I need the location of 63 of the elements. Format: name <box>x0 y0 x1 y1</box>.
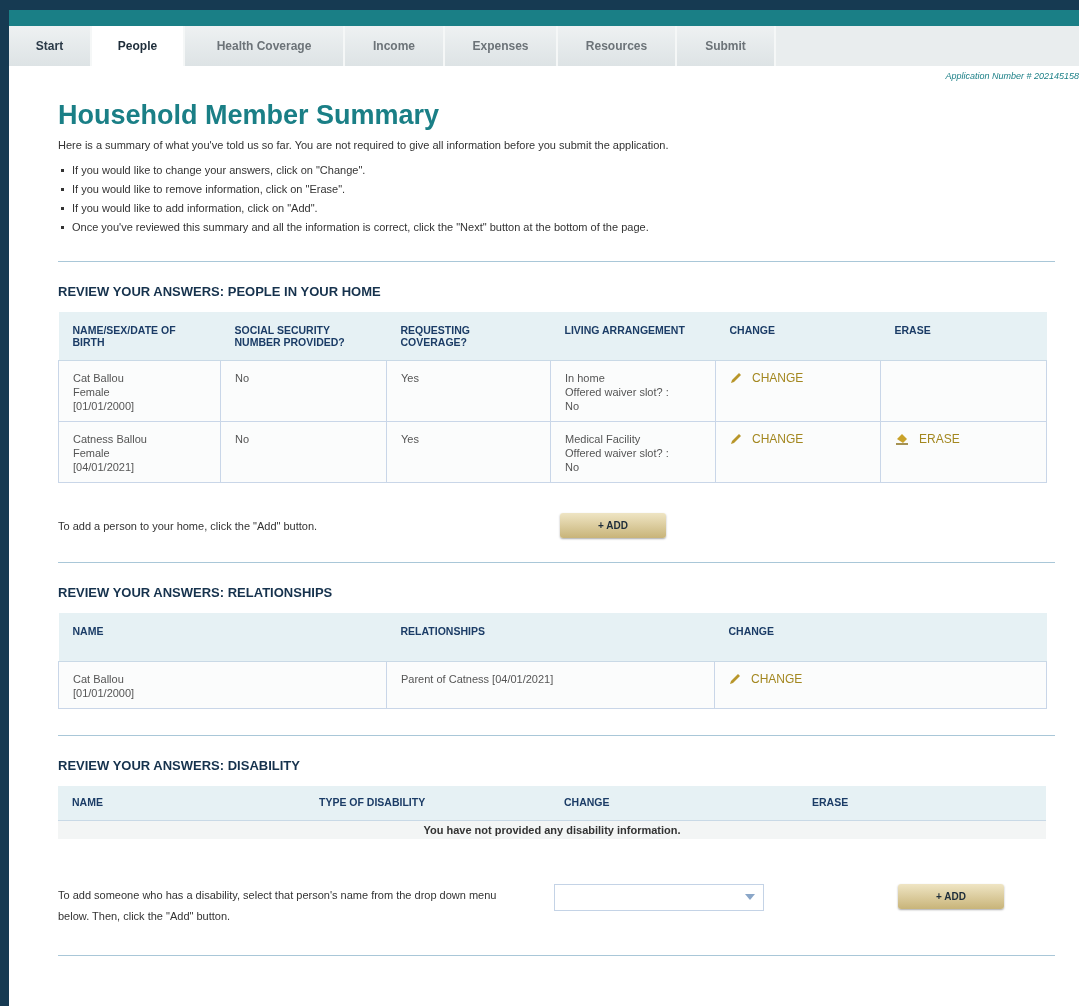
column-header: RELATIONSHIPS <box>386 613 715 662</box>
dropdown-caret-icon <box>745 894 755 900</box>
column-header: NAME <box>58 786 305 821</box>
cell-text: Yes <box>401 432 420 446</box>
change-link[interactable]: CHANGE <box>730 371 804 385</box>
tab[interactable]: Start <box>9 26 92 66</box>
section-heading: REVIEW YOUR ANSWERS: DISABILITY <box>58 758 301 773</box>
pencil-icon <box>730 433 744 445</box>
change-link[interactable]: CHANGE <box>729 672 803 686</box>
cell-text: Medical Facility <box>565 432 642 446</box>
tab[interactable]: Health Coverage <box>185 26 345 66</box>
instruction-item: If you would like to add information, click on "Add". <box>58 199 318 218</box>
add-button[interactable]: + ADD <box>560 513 666 538</box>
cell-text: No <box>235 432 251 446</box>
person-dropdown[interactable] <box>554 883 764 911</box>
cell-text: [01/01/2000] <box>73 686 136 700</box>
add-instruction: To add a person to your home, click the "Add" button. <box>58 519 319 532</box>
tab[interactable]: People <box>92 26 185 66</box>
add-button[interactable]: + ADD <box>898 883 1004 909</box>
page-title: Household Member Summary <box>58 100 441 131</box>
column-header: SOCIAL SECURITY NUMBER PROVIDED? <box>220 312 387 361</box>
pencil-icon <box>729 673 743 685</box>
section-heading: REVIEW YOUR ANSWERS: PEOPLE IN YOUR HOME <box>58 284 382 299</box>
erase-link[interactable]: ERASE <box>895 432 960 446</box>
cell-text: No <box>565 460 581 474</box>
change-link[interactable]: CHANGE <box>730 432 804 446</box>
tab[interactable]: Income <box>345 26 445 66</box>
column-header: CHANGE <box>714 613 1047 662</box>
cell-text: No <box>565 399 581 413</box>
column-header: NAME/SEX/DATE OF BIRTH <box>58 312 221 361</box>
section-heading: REVIEW YOUR ANSWERS: RELATIONSHIPS <box>58 585 334 600</box>
cell-text: Offered waiver slot? : <box>565 385 670 399</box>
instruction-item: If you would like to remove information, click on "Erase". <box>58 180 346 199</box>
cell-text: [04/01/2021] <box>73 460 136 474</box>
cell-text: [01/01/2000] <box>73 399 136 413</box>
cell-text: Yes <box>401 371 420 385</box>
cell-text: Cat Ballou <box>73 672 125 686</box>
cell-text: Catness Ballou <box>73 432 148 446</box>
pencil-icon <box>730 372 744 384</box>
column-header: CHANGE <box>550 786 798 821</box>
column-header: ERASE <box>880 312 1047 361</box>
instruction-item: Once you've reviewed this summary and all the information is correct, click the "Next" button at the bottom of the page. <box>58 218 649 237</box>
column-header: TYPE OF DISABILITY <box>305 786 550 821</box>
tab[interactable]: Expenses <box>445 26 558 66</box>
cell-text: Female <box>73 446 111 460</box>
tab[interactable]: Resources <box>558 26 677 66</box>
intro-text: Here is a summary of what you've told us so far. You are not required to give all information before you submit the application. <box>58 139 670 151</box>
cell-text: No <box>235 371 251 385</box>
column-header: REQUESTING COVERAGE? <box>386 312 551 361</box>
cell-text: Offered waiver slot? : <box>565 446 670 460</box>
column-header: NAME <box>58 613 387 662</box>
column-header: CHANGE <box>715 312 881 361</box>
cell-text: Parent of Catness [04/01/2021] <box>401 672 555 686</box>
tab[interactable]: Submit <box>677 26 776 66</box>
column-header: ERASE <box>798 786 1046 821</box>
eraser-icon <box>895 433 911 445</box>
cell-text: Cat Ballou <box>73 371 125 385</box>
column-header: LIVING ARRANGEMENT <box>550 312 716 361</box>
application-number: Application Number # 202145158 <box>945 71 1079 81</box>
instruction-item: If you would like to change your answers, click on "Change". <box>58 161 366 180</box>
add-instruction: To add someone who has a disability, select that person's name from the drop down menu below. Then, click the "Add" button. <box>58 888 498 924</box>
cell-text: Female <box>73 385 111 399</box>
cell-text: In home <box>565 371 606 385</box>
